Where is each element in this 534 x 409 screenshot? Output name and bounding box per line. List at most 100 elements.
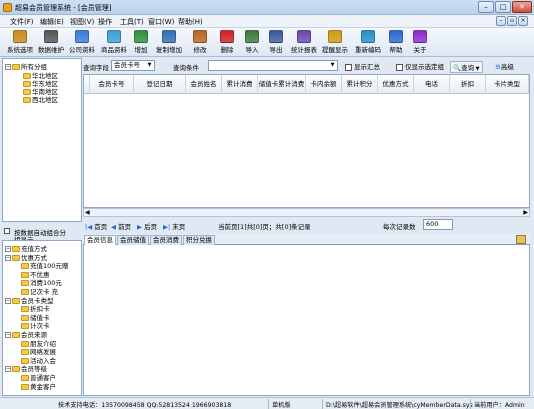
tree-node-value[interactable]: 黄金客户 xyxy=(21,381,56,391)
toolbar: 系统选项 数据维护 公司资料 商品资料 增加 复制增加 修改 删除 导入 导出 … xyxy=(0,28,534,57)
toolbar-button-system-options[interactable]: 系统选项 xyxy=(6,30,34,55)
folder-icon xyxy=(12,332,20,338)
toolbar-button-about[interactable]: 关于 xyxy=(411,30,429,55)
auto-group-checkbox[interactable] xyxy=(4,227,11,235)
column-header[interactable]: 登记日期 xyxy=(134,75,186,94)
maximize-button[interactable]: □ xyxy=(495,1,511,13)
toolbar-button-import[interactable]: 导入 xyxy=(243,30,261,55)
detail-tabs: 会员信息 会员储值 会员消费 积分兑换 xyxy=(83,234,530,245)
mdi-restore-button[interactable]: ▫ xyxy=(507,16,517,26)
column-header[interactable]: 会员姓名 xyxy=(186,75,222,94)
tab-member-stored-value[interactable]: 会员储值 xyxy=(117,235,149,245)
query-condition-select[interactable]: ▼ xyxy=(208,60,338,71)
folder-icon[interactable] xyxy=(516,235,526,244)
toolbar-button-product-info[interactable]: 商品资料 xyxy=(100,30,128,55)
column-header[interactable]: 储值卡累计消费 xyxy=(258,75,306,94)
tree-node-region[interactable]: 西北地区 xyxy=(23,94,58,104)
toolbar-button-statistics-report[interactable]: 统计报表 xyxy=(290,30,318,55)
toolbar-button-data-maintenance[interactable]: 数据维护 xyxy=(37,30,65,55)
recode-icon xyxy=(361,30,375,43)
column-header[interactable]: 累计积分 xyxy=(342,75,378,94)
close-button[interactable]: ✕ xyxy=(512,1,532,13)
toolbar-button-help[interactable]: 帮助 xyxy=(387,30,405,55)
folder-icon xyxy=(12,64,20,70)
mdi-close-button[interactable]: × xyxy=(518,16,528,26)
last-page-button[interactable]: ▶| 末页 xyxy=(163,221,185,231)
toolbar-button-export[interactable]: 导出 xyxy=(267,30,285,55)
first-page-button[interactable]: |◀ 首页 xyxy=(85,221,107,231)
column-header[interactable]: 会员卡号 xyxy=(90,75,134,94)
menu-file[interactable]: 文件(F) xyxy=(10,17,34,27)
per-page-label: 每次记录数 xyxy=(383,223,416,231)
folder-icon xyxy=(12,254,20,261)
tab-member-info[interactable]: 会员信息 xyxy=(84,235,116,245)
checkbox-icon xyxy=(396,63,403,71)
folder-icon xyxy=(23,97,31,103)
add-icon xyxy=(134,30,148,43)
scroll-left-icon[interactable]: ◀ xyxy=(85,209,90,216)
last-page-icon: ▶| xyxy=(163,223,173,231)
menu-window[interactable]: 窗口(W) xyxy=(148,17,174,27)
filter-bar: 查询字段 会员卡号 ▼ 查询条件 ▼ 显示汇总 仅显示选定组 🔍查询 ▼ ⚙高级 xyxy=(83,58,534,74)
column-header[interactable]: 卡片类型 xyxy=(486,75,529,94)
app-icon xyxy=(3,3,12,12)
column-header[interactable]: 折扣 xyxy=(450,75,486,94)
delete-icon xyxy=(220,30,234,43)
import-icon xyxy=(245,30,259,43)
chevron-down-icon: ▼ xyxy=(147,62,152,68)
tab-member-consumption[interactable]: 会员消费 xyxy=(150,235,182,245)
checkbox-icon xyxy=(4,228,10,234)
about-icon xyxy=(413,30,427,43)
prev-page-button[interactable]: ◀ 前页 xyxy=(111,221,131,231)
collapse-icon[interactable]: − xyxy=(5,297,11,304)
search-icon: 🔍 xyxy=(453,64,462,72)
search-button[interactable]: 🔍查询 ▼ xyxy=(450,61,483,73)
menu-help[interactable]: 帮助(H) xyxy=(178,17,203,27)
collapse-icon[interactable]: − xyxy=(5,254,11,261)
only-selected-group-checkbox[interactable]: 仅显示选定组 xyxy=(396,61,444,71)
toolbar-button-add[interactable]: 增加 xyxy=(131,30,151,55)
data-path: D:\超易软件\超易会员管理系统\cyMemberData.sys xyxy=(326,402,473,409)
member-grid[interactable]: 会员卡号 登记日期 会员姓名 累计消费 储值卡累计消费 卡内余额 累计积分 优惠… xyxy=(83,74,530,208)
toolbar-button-reminder[interactable]: 提醒显示 xyxy=(321,30,349,55)
column-header[interactable]: 优惠方式 xyxy=(378,75,414,94)
users-icon xyxy=(75,30,89,43)
scroll-right-icon[interactable]: ▶ xyxy=(523,209,528,216)
collapse-icon[interactable]: − xyxy=(5,64,11,70)
show-summary-checkbox[interactable]: 显示汇总 xyxy=(345,61,380,71)
menu-edit[interactable]: 编辑(E) xyxy=(40,17,64,27)
next-page-button[interactable]: ▶ 后页 xyxy=(137,221,157,231)
column-header[interactable]: 累计消费 xyxy=(222,75,258,94)
collapse-icon[interactable]: − xyxy=(5,366,11,373)
auto-group-header[interactable]: 按数据自动组合分 组显示 xyxy=(2,226,82,244)
scissors-icon xyxy=(44,30,58,43)
tab-content xyxy=(83,245,530,396)
title-bar: 超易会员管理系统 - [会员管理] – □ ✕ xyxy=(0,0,534,15)
toolbar-button-copy-add[interactable]: 复制增加 xyxy=(155,30,183,55)
mdi-minimize-button[interactable]: – xyxy=(496,16,506,26)
column-header[interactable]: 卡内余额 xyxy=(306,75,342,94)
page-info: 当前页[1]共[0]页；共[0]条记录 xyxy=(218,223,311,231)
bell-icon xyxy=(328,30,342,43)
horizontal-scrollbar[interactable]: ◀ ▶ xyxy=(83,208,530,217)
toolbar-button-delete[interactable]: 删除 xyxy=(218,30,236,55)
collapse-icon[interactable]: − xyxy=(5,332,11,338)
tab-points-exchange[interactable]: 积分兑换 xyxy=(183,235,215,245)
query-field-label: 查询字段 xyxy=(83,64,109,72)
group-tree[interactable]: − 所有分组 华北地区 华东地区 华南地区 西北地区 xyxy=(2,58,82,222)
menu-view[interactable]: 视图(V) xyxy=(70,17,94,27)
toolbar-button-recode[interactable]: 重新编码 xyxy=(354,30,382,55)
auto-group-tree[interactable]: − 充值方式 − 优惠方式 充值100元赠 不优惠 消费100元 记次卡 充 − 会员卡类型 折扣卡… xyxy=(2,240,82,396)
advanced-button[interactable]: ⚙高级 xyxy=(495,61,514,71)
menu-operate[interactable]: 操作 xyxy=(98,17,112,27)
toolbar-button-edit[interactable]: 修改 xyxy=(191,30,209,55)
toolbar-button-company-info[interactable]: 公司资料 xyxy=(68,30,96,55)
query-field-select[interactable]: 会员卡号 ▼ xyxy=(111,60,155,71)
minimize-button[interactable]: – xyxy=(478,1,494,13)
checkbox-icon xyxy=(345,63,352,71)
menu-tools[interactable]: 工具(T) xyxy=(120,17,144,27)
column-header[interactable]: 电话 xyxy=(414,75,450,94)
per-page-input[interactable]: 600 xyxy=(423,219,453,230)
status-separator xyxy=(322,399,323,409)
edition-label: 单机版 xyxy=(272,402,291,409)
